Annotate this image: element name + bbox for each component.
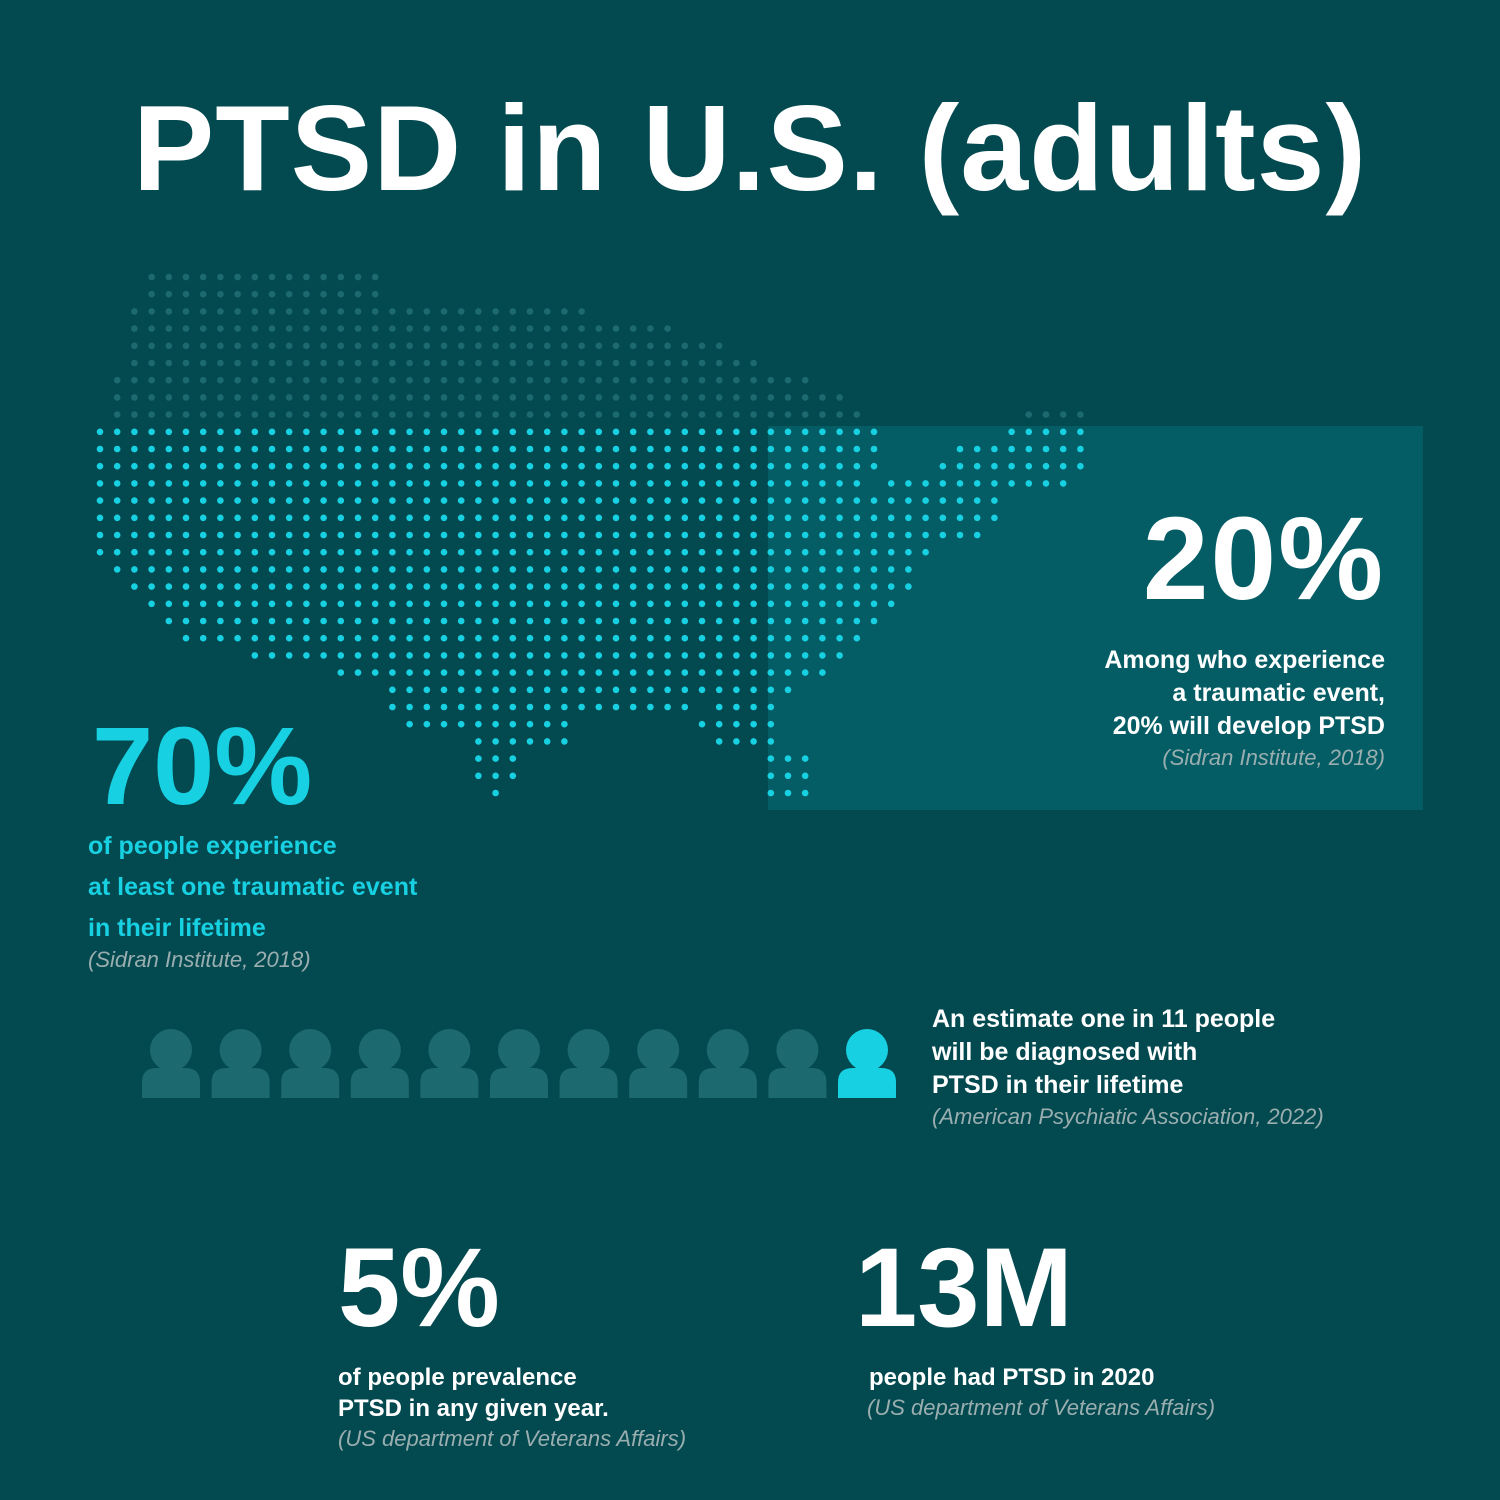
stat-5-desc-line: of people prevalence	[338, 1364, 577, 1391]
stat-5-value: 5%	[338, 1225, 500, 1350]
stat-11-desc-line: PTSD in their lifetime	[932, 1071, 1184, 1099]
person-icon	[629, 1029, 688, 1098]
person-icon	[698, 1029, 757, 1098]
person-icon	[281, 1029, 340, 1098]
person-icon	[420, 1029, 479, 1098]
stat-11-source: (American Psychiatic Association, 2022)	[932, 1104, 1324, 1129]
person-icon	[211, 1029, 270, 1098]
stat-13m-source: (US department of Veterans Affairs)	[867, 1395, 1216, 1420]
stat-11-block: An estimate one in 11 people will be dia…	[932, 1003, 1452, 1132]
stat-5-source: (US department of Veterans Affairs)	[338, 1426, 687, 1451]
stat-5-desc-line: PTSD in any given year.	[338, 1395, 609, 1422]
stat-5-block: 5% of people prevalence PTSD in any give…	[338, 1232, 758, 1454]
person-icon	[142, 1029, 200, 1098]
person-icon	[768, 1029, 827, 1098]
stat-13m-desc-line: people had PTSD in 2020	[869, 1364, 1155, 1391]
stat-11-desc-line: will be diagnosed with	[932, 1038, 1198, 1066]
stat-13m-block: 13M people had PTSD in 2020 (US departme…	[855, 1232, 1315, 1423]
person-icon	[490, 1029, 548, 1098]
person-icon	[350, 1029, 409, 1098]
stat-13m-value: 13M	[855, 1225, 1073, 1350]
stat-11-desc-line: An estimate one in 11 people	[932, 1005, 1276, 1033]
person-icon	[838, 1029, 896, 1098]
person-icon	[559, 1029, 618, 1098]
